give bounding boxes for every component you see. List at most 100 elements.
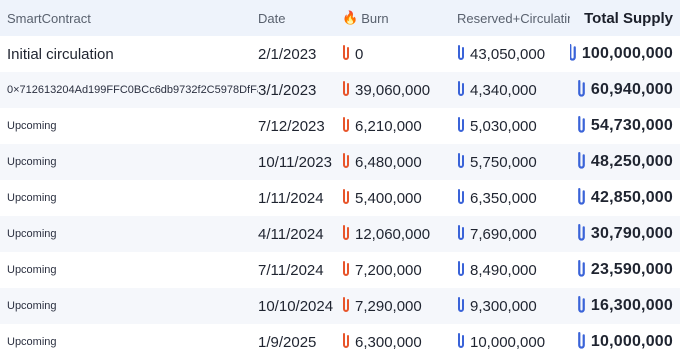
contract-label: Initial circulation: [7, 45, 114, 63]
burn-token-icon: [343, 45, 349, 60]
contract-cell: Upcoming: [0, 228, 258, 240]
burn-value: 6,480,000: [355, 153, 422, 171]
burn-value: 6,300,000: [355, 333, 422, 351]
header-burn: 🔥 Burn: [342, 10, 457, 26]
supply-token-icon: [458, 297, 464, 312]
header-reserved-circulating: Reserved+Circulating: [457, 10, 570, 26]
burn-token-icon: [343, 153, 349, 168]
contract-cell: 0×712613204Ad199FFC0BCc6db9732f2C5978DfF…: [0, 84, 258, 96]
date-cell: 7/11/2024: [258, 261, 324, 279]
reserved-value: 5,030,000: [470, 117, 537, 135]
total-token-icon: [578, 224, 585, 241]
table-row: Upcoming 7/12/2023 6,210,000 5,030,000 54,73…: [0, 108, 680, 144]
reserved-cell: 5,030,000: [457, 117, 570, 135]
reserved-cell: 10,000,000: [457, 333, 570, 351]
supply-token-icon: [458, 117, 464, 132]
total-value: 60,940,000: [590, 81, 673, 98]
total-token-icon: [578, 332, 585, 349]
burn-cell: 39,060,000: [342, 81, 457, 99]
total-value: 48,250,000: [590, 153, 673, 170]
contract-cell: Upcoming: [0, 300, 258, 312]
reserved-cell: 43,050,000: [457, 45, 570, 63]
burn-token-icon: [343, 117, 349, 132]
total-cell: 30,790,000: [570, 224, 680, 244]
date-cell: 10/11/2023: [258, 153, 332, 171]
reserved-value: 43,050,000: [470, 45, 546, 63]
total-token-icon: [570, 44, 576, 61]
header-total-supply: Total Supply: [584, 9, 673, 27]
date-cell: 3/1/2023: [258, 81, 317, 99]
burn-cell: 6,480,000: [342, 153, 457, 171]
table-header: SmartContract Date 🔥 Burn Reserved+Circu…: [0, 0, 680, 36]
reserved-cell: 6,350,000: [457, 189, 570, 207]
burn-cell: 6,300,000: [342, 333, 457, 351]
burn-cell: 6,210,000: [342, 117, 457, 135]
supply-table: SmartContract Date 🔥 Burn Reserved+Circu…: [0, 0, 680, 360]
contract-cell: Upcoming: [0, 156, 258, 168]
burn-cell: 0: [342, 45, 457, 63]
reserved-value: 10,000,000: [470, 333, 546, 351]
burn-token-icon: [343, 189, 349, 204]
fire-icon: 🔥: [342, 10, 359, 25]
burn-value: 5,400,000: [355, 189, 422, 207]
reserved-cell: 5,750,000: [457, 153, 570, 171]
burn-value: 0: [355, 45, 364, 63]
total-value: 54,730,000: [590, 117, 673, 134]
total-token-icon: [578, 116, 585, 133]
date-cell: 4/11/2024: [258, 225, 324, 243]
contract-cell: Upcoming: [0, 336, 258, 348]
table-row: Upcoming 7/11/2024 7,200,000 8,490,000 23,59…: [0, 252, 680, 288]
reserved-value: 7,690,000: [470, 225, 537, 243]
total-cell: 60,940,000: [570, 80, 680, 100]
burn-cell: 7,290,000: [342, 297, 457, 315]
contract-label: 0×712613204Ad199FFC0BCc6db9732f2C5978DfF…: [7, 84, 258, 96]
reserved-cell: 9,300,000: [457, 297, 570, 315]
supply-token-icon: [458, 189, 464, 204]
burn-token-icon: [343, 297, 349, 312]
contract-label: Upcoming: [7, 120, 57, 132]
contract-cell: Upcoming: [0, 120, 258, 132]
date-cell: 10/10/2024: [258, 297, 334, 315]
burn-token-icon: [343, 81, 349, 96]
header-date: Date: [258, 10, 286, 26]
table-row: 0×712613204Ad199FFC0BCc6db9732f2C5978DfF…: [0, 72, 680, 108]
reserved-cell: 4,340,000: [457, 81, 570, 99]
total-token-icon: [578, 152, 585, 169]
table-row: Upcoming 10/11/2023 6,480,000 5,750,000 48,2…: [0, 144, 680, 180]
total-cell: 42,850,000: [570, 188, 680, 208]
contract-cell: Initial circulation: [0, 46, 258, 63]
contract-label: Upcoming: [7, 156, 57, 168]
burn-value: 7,200,000: [355, 261, 422, 279]
total-value: 42,850,000: [590, 189, 673, 206]
table-body: Initial circulation 2/1/2023 0 43,050,000 10…: [0, 36, 680, 360]
burn-cell: 5,400,000: [342, 189, 457, 207]
date-cell: 1/9/2025: [258, 333, 317, 351]
reserved-value: 6,350,000: [470, 189, 537, 207]
reserved-cell: 8,490,000: [457, 261, 570, 279]
date-cell: 1/11/2024: [258, 189, 324, 207]
total-token-icon: [578, 80, 585, 97]
total-token-icon: [578, 260, 585, 277]
total-value: 100,000,000: [581, 45, 673, 62]
contract-label: Upcoming: [7, 228, 57, 240]
supply-token-icon: [458, 225, 464, 240]
burn-value: 12,060,000: [355, 225, 431, 243]
total-token-icon: [578, 188, 585, 205]
total-value: 16,300,000: [590, 297, 673, 314]
date-cell: 7/12/2023: [258, 117, 325, 135]
supply-token-icon: [458, 45, 464, 60]
burn-token-icon: [343, 261, 349, 276]
table-row: Upcoming 4/11/2024 12,060,000 7,690,000 30,7…: [0, 216, 680, 252]
contract-label: Upcoming: [7, 192, 57, 204]
reserved-value: 5,750,000: [470, 153, 537, 171]
contract-label: Upcoming: [7, 300, 57, 312]
date-cell: 2/1/2023: [258, 45, 317, 63]
supply-token-icon: [458, 333, 464, 348]
burn-value: 6,210,000: [355, 117, 422, 135]
reserved-value: 4,340,000: [470, 81, 537, 99]
table-row: Upcoming 1/11/2024 5,400,000 6,350,000 42,85…: [0, 180, 680, 216]
reserved-value: 9,300,000: [470, 297, 537, 315]
total-value: 30,790,000: [590, 225, 673, 242]
burn-cell: 7,200,000: [342, 261, 457, 279]
burn-cell: 12,060,000: [342, 225, 457, 243]
